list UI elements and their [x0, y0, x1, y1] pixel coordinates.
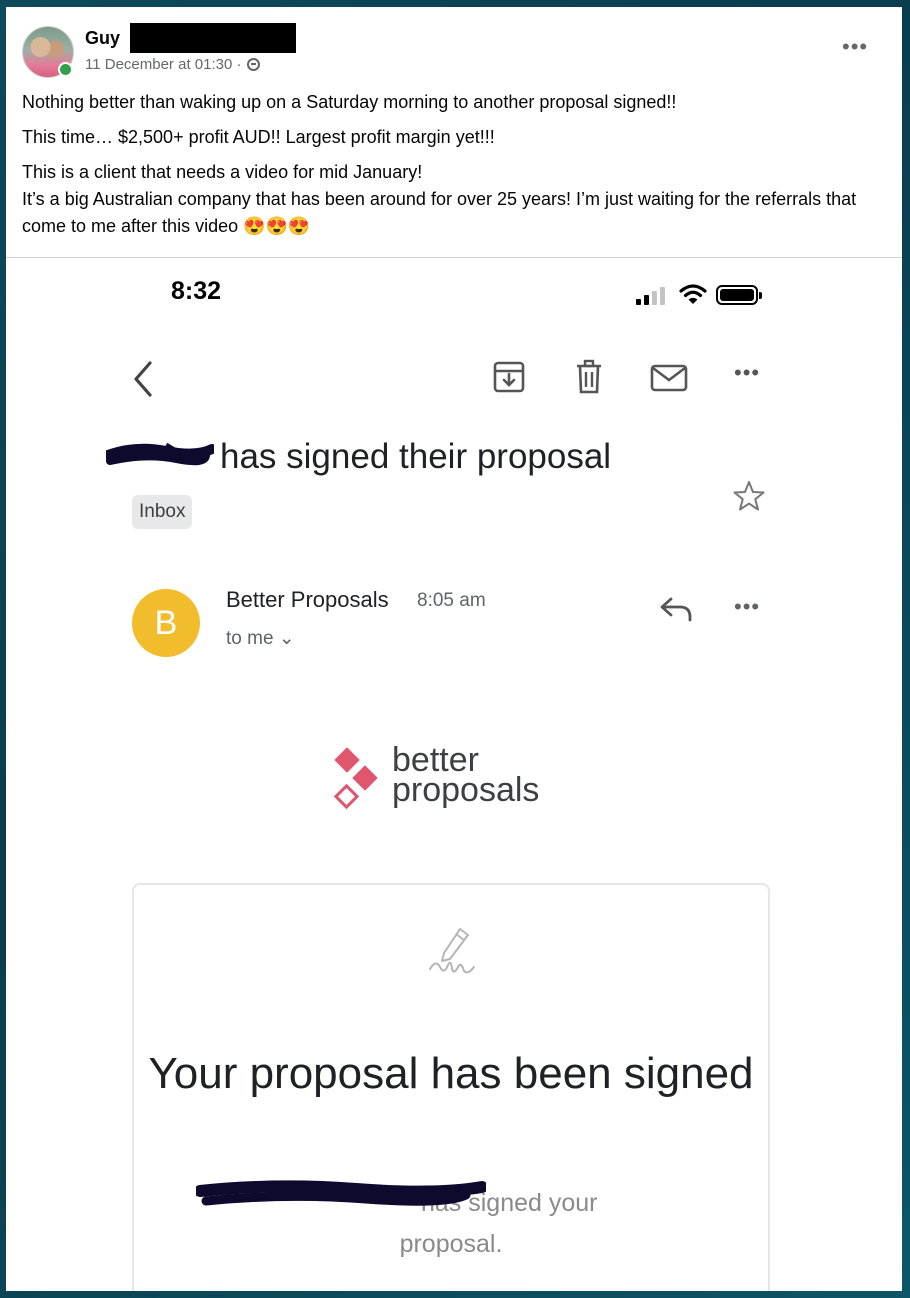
- better-proposals-logo-text: better proposals: [392, 743, 540, 809]
- author-name[interactable]: Guy: [85, 28, 120, 49]
- cellular-signal-icon: [636, 287, 670, 305]
- email-subject: has signed their proposal: [220, 437, 612, 476]
- post-text: Nothing better than waking up on a Satur…: [22, 89, 882, 240]
- redaction-bar: [130, 23, 296, 53]
- message-more-icon[interactable]: •••: [734, 596, 760, 618]
- status-bar-time: 8:32: [171, 277, 222, 305]
- recipient-details-toggle[interactable]: to me ⌄: [226, 627, 295, 650]
- redaction-scribble: [196, 1180, 486, 1206]
- mark-unread-icon[interactable]: [650, 363, 688, 393]
- post-timestamp[interactable]: 11 December at 01:30 ·: [85, 56, 241, 73]
- logo-line: proposals: [392, 771, 540, 809]
- star-icon[interactable]: [732, 479, 766, 513]
- archive-icon[interactable]: [492, 359, 526, 395]
- card-title: Your proposal has been signed: [148, 1049, 754, 1098]
- signature-pen-icon: [429, 928, 475, 974]
- post-divider: [6, 257, 902, 258]
- battery-icon: [716, 285, 762, 305]
- more-options-icon[interactable]: •••: [842, 36, 868, 58]
- post-paragraph: This is a client that needs a video for …: [22, 159, 882, 240]
- globe-icon: [247, 58, 261, 71]
- redaction-scribble: [106, 442, 214, 466]
- post-paragraph: This time… $2,500+ profit AUD!! Largest …: [22, 127, 495, 147]
- sender-avatar[interactable]: B: [132, 589, 200, 657]
- trash-icon[interactable]: [574, 359, 604, 395]
- reply-icon[interactable]: [658, 595, 694, 623]
- post-line: This is a client that needs a video for …: [22, 162, 423, 182]
- better-proposals-logo-icon: [333, 747, 378, 810]
- sent-time: 8:05 am: [417, 590, 486, 611]
- online-status-dot: [58, 62, 73, 77]
- sender-name[interactable]: Better Proposals: [226, 587, 389, 613]
- more-actions-icon[interactable]: •••: [734, 362, 760, 384]
- wifi-icon: [679, 284, 707, 304]
- back-arrow-icon[interactable]: [128, 359, 158, 399]
- post-paragraph: Nothing better than waking up on a Satur…: [22, 92, 677, 112]
- post-header: Guy 11 December at 01:30 · ••• Nothing b…: [6, 7, 902, 257]
- card-body-line: proposal.: [399, 1230, 503, 1258]
- screenshot-frame: Guy 11 December at 01:30 · ••• Nothing b…: [6, 7, 902, 1291]
- post-meta: 11 December at 01:30 ·: [85, 56, 261, 73]
- inbox-label-chip[interactable]: Inbox: [132, 495, 193, 529]
- post-line: It’s a big Australian company that has b…: [22, 189, 857, 236]
